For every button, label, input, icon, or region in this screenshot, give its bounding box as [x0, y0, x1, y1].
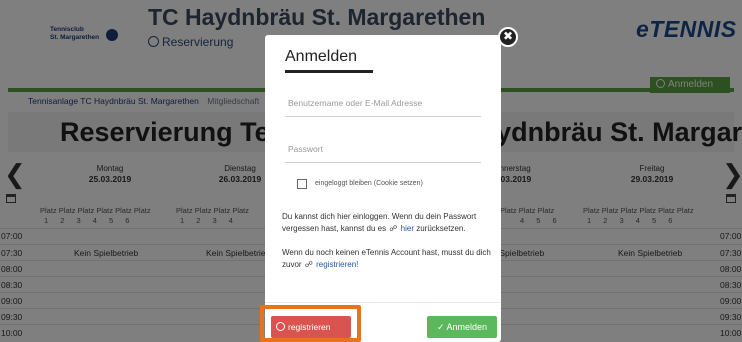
password-input[interactable]	[285, 135, 481, 163]
register-button-label: registrieren	[288, 322, 331, 332]
user-icon	[276, 322, 285, 331]
link-icon: ☍	[304, 260, 313, 269]
modal-title: Anmelden	[285, 48, 358, 65]
username-input[interactable]	[285, 89, 481, 117]
remember-label: eingeloggt bleiben (Cookie setzen)	[315, 180, 423, 187]
login-button-label: Anmelden	[446, 321, 488, 332]
title-underline	[285, 70, 373, 73]
forgot-password-text: Du kannst dich hier einloggen. Wenn du d…	[282, 211, 492, 235]
info-text-1b: zurücksetzen.	[416, 224, 466, 233]
link-icon: ☍	[389, 224, 398, 233]
register-link[interactable]: registrieren!	[316, 260, 358, 269]
info-text-2a: Wenn du noch keinen eTennis Account hast…	[282, 248, 491, 269]
register-hint-text: Wenn du noch keinen eTennis Account hast…	[282, 247, 492, 271]
reset-password-link[interactable]: hier	[401, 224, 414, 233]
login-button[interactable]: ✓ Anmelden	[427, 316, 497, 338]
close-icon[interactable]: ✖	[498, 27, 518, 47]
checkmark-icon: ✓	[436, 321, 445, 332]
remember-checkbox[interactable]	[297, 179, 307, 189]
register-button[interactable]: registrieren	[271, 316, 351, 338]
login-modal: Anmelden eingeloggt bleiben (Cookie setz…	[265, 35, 501, 342]
modal-footer-divider	[265, 302, 501, 303]
